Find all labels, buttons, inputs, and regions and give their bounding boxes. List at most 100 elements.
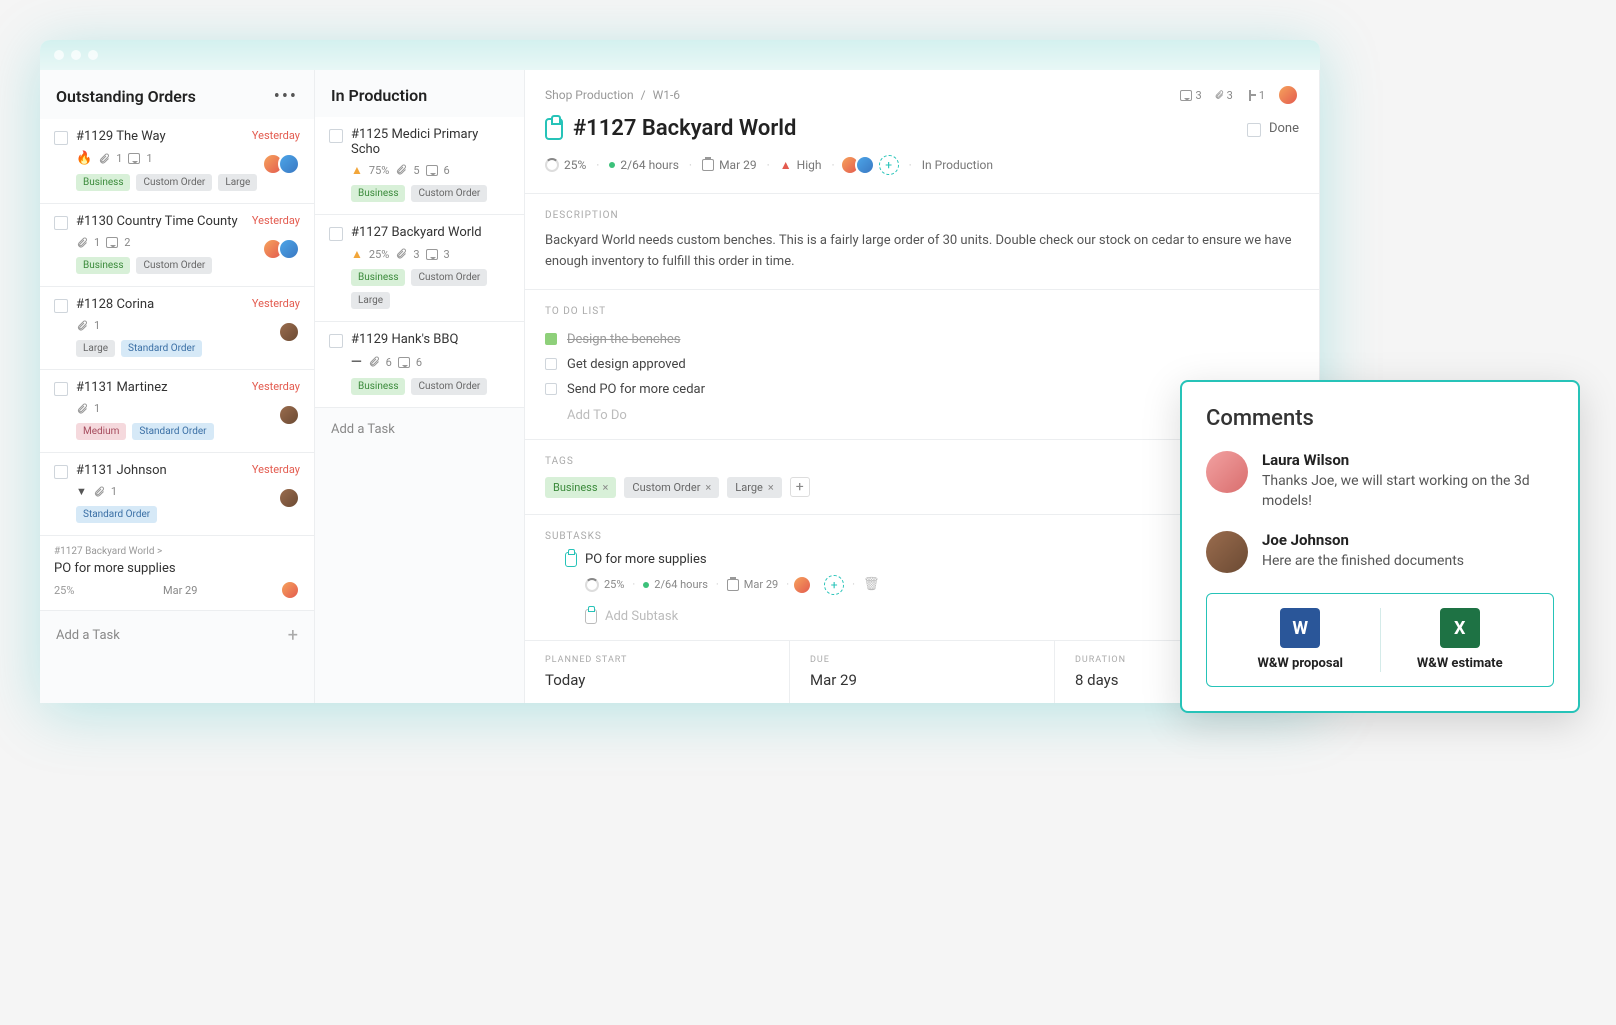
tag-chip[interactable]: Standard Order <box>132 423 213 440</box>
stat-attach[interactable]: 3 <box>1214 89 1233 102</box>
tag-chip[interactable]: Business <box>351 378 405 395</box>
meta-status[interactable]: In Production <box>922 158 993 172</box>
assignee-avatar[interactable] <box>855 155 875 175</box>
tag-chip[interactable]: Business <box>351 185 405 202</box>
avatar <box>278 153 300 175</box>
attachment-item[interactable]: W W&W proposal <box>1221 608 1381 672</box>
task-title: #1130 Country Time County <box>76 214 244 229</box>
trash-icon[interactable]: 🗑 <box>863 577 880 592</box>
tag-chip[interactable]: Custom Order <box>411 378 487 395</box>
tag-chip[interactable]: Business <box>76 174 130 191</box>
add-assignee-button[interactable]: + <box>824 575 844 595</box>
user-avatar[interactable] <box>1277 84 1299 106</box>
task-meta: 1 <box>76 402 300 415</box>
avatar <box>278 404 300 426</box>
stat-subtasks[interactable]: 1 <box>1245 89 1265 102</box>
done-checkbox[interactable] <box>1247 123 1261 137</box>
task-checkbox[interactable] <box>54 465 68 479</box>
task-checkbox[interactable] <box>54 131 68 145</box>
meta-date[interactable]: Mar 29 <box>702 158 757 172</box>
remove-tag-icon[interactable]: × <box>603 481 609 494</box>
attachment-item[interactable]: X W&W estimate <box>1381 608 1540 672</box>
task-meta: ▲ 75% 5 6 <box>351 163 510 177</box>
task-checkbox[interactable] <box>329 227 343 241</box>
breadcrumb-leaf: W1-6 <box>653 88 680 102</box>
task-card[interactable]: #1127 Backyard World ▲ 25% 3 3 BusinessC… <box>315 215 524 322</box>
description-text[interactable]: Backyard World needs custom benches. Thi… <box>545 231 1299 273</box>
paperclip-icon <box>76 237 88 249</box>
add-tag-button[interactable]: + <box>790 477 810 497</box>
comment-author: Joe Johnson <box>1262 531 1464 549</box>
tag-chip[interactable]: Large <box>218 174 257 191</box>
tag-chip[interactable]: Custom Order× <box>624 477 719 498</box>
column-outstanding: Outstanding Orders ••• #1129 The Way Yes… <box>40 70 315 703</box>
remove-tag-icon[interactable]: × <box>705 481 711 494</box>
priority-up-icon: ▲ <box>351 247 363 261</box>
meta-hours[interactable]: 2/64 hours <box>609 158 679 172</box>
task-checkbox[interactable] <box>54 216 68 230</box>
task-checkbox[interactable] <box>54 382 68 396</box>
todo-checkbox[interactable] <box>545 358 557 370</box>
meta-progress[interactable]: 25% <box>545 158 586 172</box>
task-card[interactable]: #1130 Country Time County Yesterday 1 2 … <box>40 204 314 287</box>
due-cell[interactable]: DUE Mar 29 <box>790 641 1055 703</box>
tag-chip[interactable]: Custom Order <box>411 269 487 286</box>
tag-chip[interactable]: Business <box>76 257 130 274</box>
task-card[interactable]: #1131 Johnson Yesterday ▼ 1 Standard Ord… <box>40 453 314 536</box>
meta-priority[interactable]: ▲High <box>780 158 822 172</box>
breadcrumb[interactable]: Shop Production / W1-6 <box>545 88 680 102</box>
tag-chip[interactable]: Custom Order <box>136 257 212 274</box>
column-menu-icon[interactable]: ••• <box>274 86 298 107</box>
task-checkbox[interactable] <box>329 129 343 143</box>
task-card[interactable]: #1129 Hank's BBQ — 6 6 BusinessCustom Or… <box>315 322 524 408</box>
task-card[interactable]: #1125 Medici Primary Scho ▲ 75% 5 6 Busi… <box>315 117 524 215</box>
todo-item[interactable]: Design the benches <box>545 327 1299 352</box>
add-task-button[interactable]: Add a Task + <box>40 611 314 660</box>
remove-tag-icon[interactable]: × <box>768 481 774 494</box>
assignee-avatar[interactable] <box>792 575 812 595</box>
todo-checkbox[interactable] <box>545 333 557 345</box>
task-card[interactable]: #1131 Martinez Yesterday 1 MediumStandar… <box>40 370 314 453</box>
task-meta: 1 <box>76 319 300 332</box>
stat-comments[interactable]: 3 <box>1180 89 1201 102</box>
task-title: #1127 Backyard World <box>573 116 796 141</box>
tag-chip[interactable]: Standard Order <box>76 506 157 523</box>
tree-icon <box>1245 90 1256 101</box>
task-title: #1131 Martinez <box>76 380 244 395</box>
priority-down-icon: ▼ <box>76 485 87 498</box>
task-title: #1125 Medici Primary Scho <box>351 127 510 157</box>
tag-chip[interactable]: Standard Order <box>121 340 202 357</box>
tag-chip[interactable]: Large× <box>727 477 781 498</box>
add-assignee-button[interactable]: + <box>879 155 899 175</box>
task-title: #1131 Johnson <box>76 463 244 478</box>
traffic-light-close[interactable] <box>54 50 64 60</box>
task-card[interactable]: #1129 The Way Yesterday 🔥 1 1 BusinessCu… <box>40 119 314 204</box>
calendar-icon <box>702 159 714 171</box>
priority-none-icon: — <box>351 354 362 370</box>
task-checkbox[interactable] <box>329 334 343 348</box>
traffic-light-max[interactable] <box>88 50 98 60</box>
task-checkbox[interactable] <box>54 299 68 313</box>
tag-chip[interactable]: Business× <box>545 477 616 498</box>
tag-chip[interactable]: Medium <box>76 423 126 440</box>
todo-checkbox[interactable] <box>545 383 557 395</box>
due-label: Yesterday <box>252 297 300 310</box>
task-meta: ▼ 1 <box>76 485 300 498</box>
tag-chip[interactable]: Large <box>351 292 390 309</box>
tag-chip[interactable]: Business <box>351 269 405 286</box>
planned-start-cell[interactable]: PLANNED START Today <box>525 641 790 703</box>
main-layout: Outstanding Orders ••• #1129 The Way Yes… <box>40 70 1320 703</box>
todo-item[interactable]: Get design approved <box>545 352 1299 377</box>
traffic-light-min[interactable] <box>71 50 81 60</box>
attachment-name: W&W estimate <box>1417 656 1503 672</box>
comment-author: Laura Wilson <box>1262 451 1554 469</box>
done-label: Done <box>1269 121 1299 136</box>
calendar-icon <box>727 579 739 591</box>
add-task-button[interactable]: Add a Task <box>315 408 524 451</box>
paperclip-icon <box>368 356 380 368</box>
tag-chip[interactable]: Large <box>76 340 115 357</box>
subtask-card[interactable]: #1127 Backyard World > PO for more suppl… <box>40 536 314 611</box>
tag-chip[interactable]: Custom Order <box>136 174 212 191</box>
tag-chip[interactable]: Custom Order <box>411 185 487 202</box>
task-card[interactable]: #1128 Corina Yesterday 1 LargeStandard O… <box>40 287 314 370</box>
